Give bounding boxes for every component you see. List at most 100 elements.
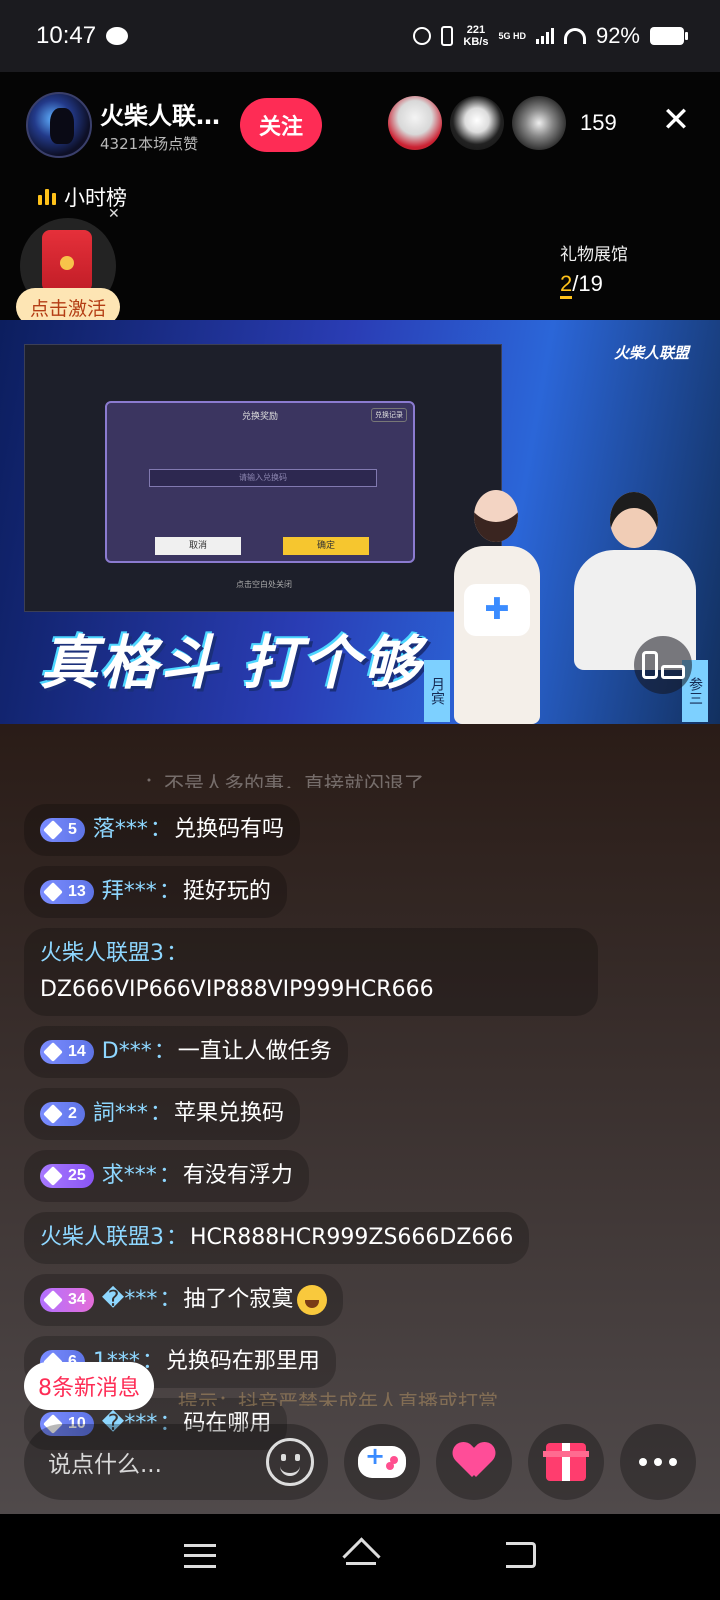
status-icons: 221 KB/s 5G HD 92% — [413, 23, 688, 49]
gift-hall-current: 2 — [560, 271, 573, 299]
chat-text: HCR888HCR999ZS666DZ666 — [190, 1225, 514, 1250]
level-number: 2 — [68, 1105, 77, 1122]
red-packet-close-icon[interactable]: ✕ — [108, 206, 120, 222]
chat-separator: ： — [159, 1287, 182, 1312]
new-messages-button[interactable]: 8条新消息 — [24, 1362, 154, 1410]
chat-bubble[interactable]: 34 �***： 抽了个寂寞 — [24, 1274, 344, 1326]
chat-username[interactable]: 火柴人联盟3 — [40, 1220, 164, 1256]
chat-separator: ： — [166, 1225, 189, 1250]
platform-notice: 提示：抖音严禁未成年人直播或打赏 — [178, 1390, 498, 1406]
chat-username[interactable]: 求*** — [102, 1158, 157, 1194]
level-number: 14 — [68, 1043, 86, 1060]
viewer-avatar[interactable] — [512, 96, 566, 150]
dialog-cancel: 取消 — [155, 537, 241, 555]
chat-bubble[interactable]: 25 求***： 有没有浮力 — [24, 1150, 309, 1202]
gamepad-icon — [358, 1442, 406, 1478]
home-icon[interactable] — [342, 1540, 380, 1572]
close-icon[interactable]: ✕ — [658, 102, 694, 138]
chat-area[interactable]: ：不是人多的事，直接就闪退了 5 落***： 兑换码有吗 13 拜***： 挺好… — [0, 724, 720, 1514]
chat-message[interactable]: 火柴人联盟3： HCR888HCR999ZS666DZ666 — [24, 1212, 624, 1264]
chat-bubble[interactable]: 2 詞***： 苹果兑换码 — [24, 1088, 300, 1140]
chat-username[interactable]: 詞*** — [93, 1096, 148, 1132]
chat-separator: ： — [149, 817, 172, 842]
chat-separator: ： — [153, 1039, 176, 1064]
viewer-avatar[interactable] — [450, 96, 504, 150]
chat-bubble[interactable]: 火柴人联盟3： DZ666VIP666VIP888VIP999HCR666 — [24, 928, 598, 1016]
comment-input[interactable]: 说点什么... — [24, 1424, 328, 1500]
chat-username[interactable]: 火柴人联盟3 — [40, 941, 164, 966]
level-badge: 13 — [40, 880, 94, 904]
level-number: 13 — [68, 883, 86, 900]
emoji-icon[interactable] — [266, 1438, 314, 1486]
vibrate-icon — [441, 26, 454, 46]
chat-username[interactable]: �*** — [102, 1282, 158, 1318]
chat-message[interactable]: 5 落***： 兑换码有吗 — [24, 804, 624, 856]
net-speed-unit: KB/s — [463, 36, 489, 48]
chat-bubble[interactable]: 火柴人联盟3： HCR888HCR999ZS666DZ666 — [24, 1212, 530, 1264]
game-dialog: 兑换奖励 兑换记录 请输入兑换码 取消 确定 — [105, 401, 415, 563]
host-avatar[interactable] — [26, 92, 92, 158]
host-name: 火柴人联… — [100, 102, 220, 130]
live-video[interactable]: 兑换奖励 兑换记录 请输入兑换码 取消 确定 点击空白处关闭 火柴人联盟 ✚ 真… — [0, 320, 720, 724]
chat-bubble[interactable]: 14 D***： 一直让人做任务 — [24, 1026, 348, 1078]
chat-message[interactable]: 2 詞***： 苹果兑换码 — [24, 1088, 624, 1140]
follow-button[interactable]: 关注 — [240, 98, 322, 152]
gift-hall-title: 礼物展馆 — [560, 245, 628, 265]
chat-text: 兑换码在那里用 — [165, 1349, 320, 1374]
rotate-screen-button[interactable] — [634, 636, 692, 694]
back-icon[interactable] — [506, 1542, 536, 1568]
chat-username[interactable]: 落*** — [93, 812, 148, 848]
more-button[interactable] — [620, 1424, 696, 1500]
host-likes: 4321本场点赞 — [100, 135, 199, 153]
message-notification-icon — [106, 27, 129, 45]
chat-separator: ： — [158, 879, 181, 904]
gem-icon — [43, 1042, 63, 1062]
level-badge: 2 — [40, 1102, 85, 1126]
chat-message[interactable]: 25 求***： 有没有浮力 — [24, 1150, 624, 1202]
chat-faded-message: ：不是人多的事，直接就闪退了 — [144, 772, 424, 788]
menu-icon[interactable] — [184, 1544, 216, 1568]
chat-text: 兑换码有吗 — [173, 817, 284, 842]
chat-text: 有没有浮力 — [182, 1163, 293, 1188]
rank-bars-icon — [38, 189, 56, 205]
battery-icon — [650, 27, 688, 45]
level-badge: 14 — [40, 1040, 94, 1064]
chat-message[interactable]: 14 D***： 一直让人做任务 — [24, 1026, 624, 1078]
name-card-left: 月宾 — [424, 660, 450, 722]
gift-hall-total: /19 — [572, 271, 603, 296]
gift-button[interactable] — [528, 1424, 604, 1500]
chat-message[interactable]: 火柴人联盟3： DZ666VIP666VIP888VIP999HCR666 — [24, 928, 624, 1016]
chat-text: 挺好玩的 — [182, 879, 271, 904]
chat-text: 苹果兑换码 — [173, 1101, 284, 1126]
chat-message[interactable]: 13 拜***： 挺好玩的 — [24, 866, 624, 918]
status-bar: 10:47 221 KB/s 5G HD 92% — [0, 0, 720, 72]
game-button[interactable] — [344, 1424, 420, 1500]
viewer-avatar[interactable] — [388, 96, 442, 150]
chat-username[interactable]: 拜*** — [102, 874, 157, 910]
gift-icon — [543, 1443, 589, 1481]
gem-icon — [43, 1290, 63, 1310]
chat-text: DZ666VIP666VIP888VIP999HCR666 — [40, 977, 434, 1002]
like-button[interactable] — [436, 1424, 512, 1500]
gamepad-sign-icon: ✚ — [464, 584, 530, 636]
chat-bubble[interactable]: 13 拜***： 挺好玩的 — [24, 866, 287, 918]
gem-icon — [43, 882, 63, 902]
chat-bubble[interactable]: 5 落***： 兑换码有吗 — [24, 804, 300, 856]
level-number: 34 — [68, 1291, 86, 1308]
host-info[interactable]: 火柴人联… 4321本场点赞 — [26, 92, 228, 158]
more-icon — [639, 1458, 677, 1466]
chat-message[interactable]: 34 �***： 抽了个寂寞 — [24, 1274, 624, 1326]
chat-text: 一直让人做任务 — [177, 1039, 332, 1064]
top-viewers[interactable] — [388, 96, 566, 150]
game-screen: 兑换奖励 兑换记录 请输入兑换码 取消 确定 点击空白处关闭 — [24, 344, 502, 612]
heart-icon — [454, 1443, 494, 1481]
cohost-person — [570, 492, 700, 724]
chat-separator: ： — [166, 941, 189, 966]
gift-hall[interactable]: 礼物展馆 2/19 — [560, 240, 628, 299]
viewer-count[interactable]: 159 — [580, 110, 617, 136]
level-badge: 25 — [40, 1164, 94, 1188]
chat-username[interactable]: D*** — [102, 1034, 152, 1070]
signal-icon — [535, 28, 554, 44]
gem-icon — [43, 820, 63, 840]
chat-text: 抽了个寂寞 — [183, 1287, 294, 1312]
